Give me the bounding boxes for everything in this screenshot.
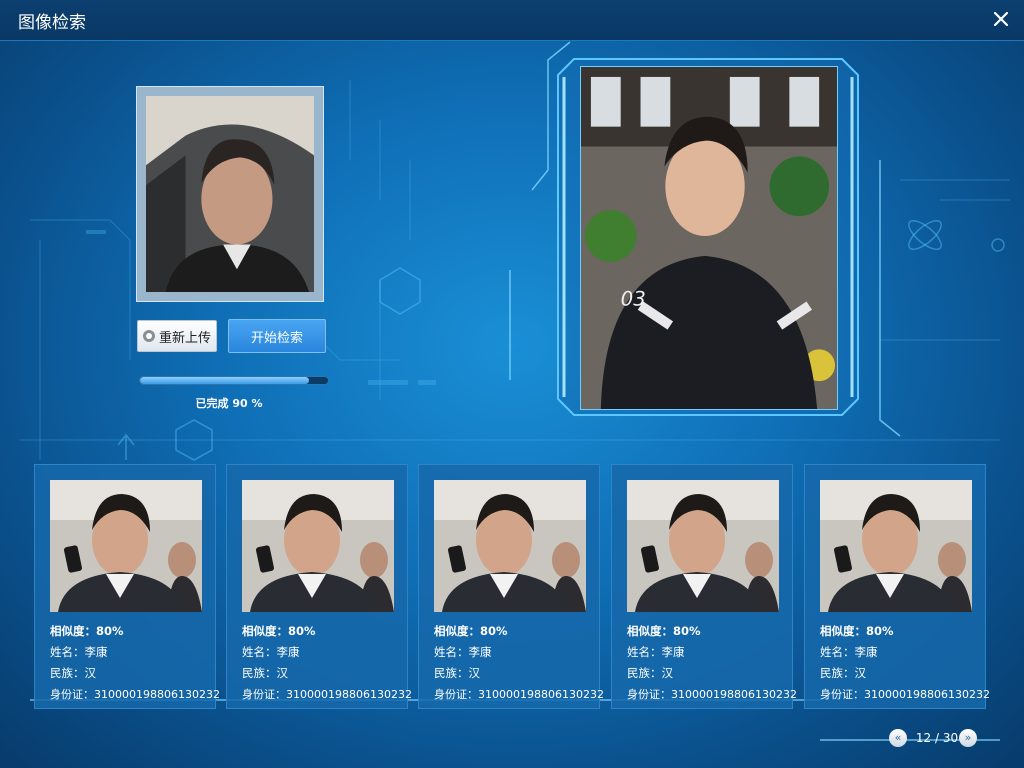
page-indicator: 12 / 30 [915,731,959,745]
result-id-number: 身份证：310000198806130232 [242,688,412,701]
title-bar: 图像检索 [0,0,1024,41]
result-id-number: 身份证：310000198806130232 [820,688,990,701]
result-ethnicity: 民族：汉 [627,666,673,680]
matched-photo: 03 [580,66,838,410]
progress-bar [139,376,329,385]
window-title: 图像检索 [18,13,86,33]
result-photo [434,480,586,612]
svg-text:03: 03 [621,288,646,311]
result-id-number: 身份证：310000198806130232 [50,688,220,701]
progress-bar-fill [140,377,310,384]
result-name: 姓名：李康 [627,645,685,659]
result-card[interactable]: 相似度：80% 姓名：李康 民族：汉 身份证：31000019880613023… [418,464,604,709]
result-photo [50,480,202,612]
result-similarity: 相似度：80% [242,624,316,638]
result-photo [820,480,972,612]
result-card[interactable]: 相似度：80% 姓名：李康 民族：汉 身份证：31000019880613023… [611,464,797,709]
double-chevron-right-icon[interactable]: » [959,729,977,747]
result-id-number: 身份证：310000198806130232 [627,688,797,701]
reupload-button-label: 重新上传 [158,330,211,346]
result-name: 姓名：李康 [820,645,878,659]
result-ethnicity: 民族：汉 [242,666,288,680]
result-similarity: 相似度：80% [50,624,124,638]
result-ethnicity: 民族：汉 [50,666,96,680]
result-similarity: 相似度：80% [820,624,894,638]
progress-text: 已完成 90 % [195,397,263,410]
result-name: 姓名：李康 [434,645,492,659]
query-photo-frame [136,86,324,302]
result-card[interactable]: 相似度：80% 姓名：李康 民族：汉 身份证：31000019880613023… [804,464,990,709]
result-photo [627,480,779,612]
result-card[interactable]: 相似度：80% 姓名：李康 民族：汉 身份证：31000019880613023… [226,464,412,709]
matched-photo-frame: 03 [556,57,860,417]
result-card[interactable]: 相似度：80% 姓名：李康 民族：汉 身份证：31000019880613023… [34,464,220,709]
result-ethnicity: 民族：汉 [820,666,866,680]
result-name: 姓名：李康 [242,645,300,659]
start-search-button-label: 开始检索 [250,330,303,346]
result-name: 姓名：李康 [50,645,108,659]
result-ethnicity: 民族：汉 [434,666,480,680]
close-icon[interactable] [990,8,1012,30]
start-search-button[interactable]: 开始检索 [228,319,326,353]
result-similarity: 相似度：80% [627,624,701,638]
reupload-button[interactable]: 重新上传 [137,320,217,352]
pagination: « 12 / 30 » [889,729,989,749]
result-id-number: 身份证：310000198806130232 [434,688,604,701]
result-similarity: 相似度：80% [434,624,508,638]
result-photo [242,480,394,612]
query-photo [146,96,314,292]
double-chevron-left-icon[interactable]: « [889,729,907,747]
refresh-icon [142,330,155,342]
